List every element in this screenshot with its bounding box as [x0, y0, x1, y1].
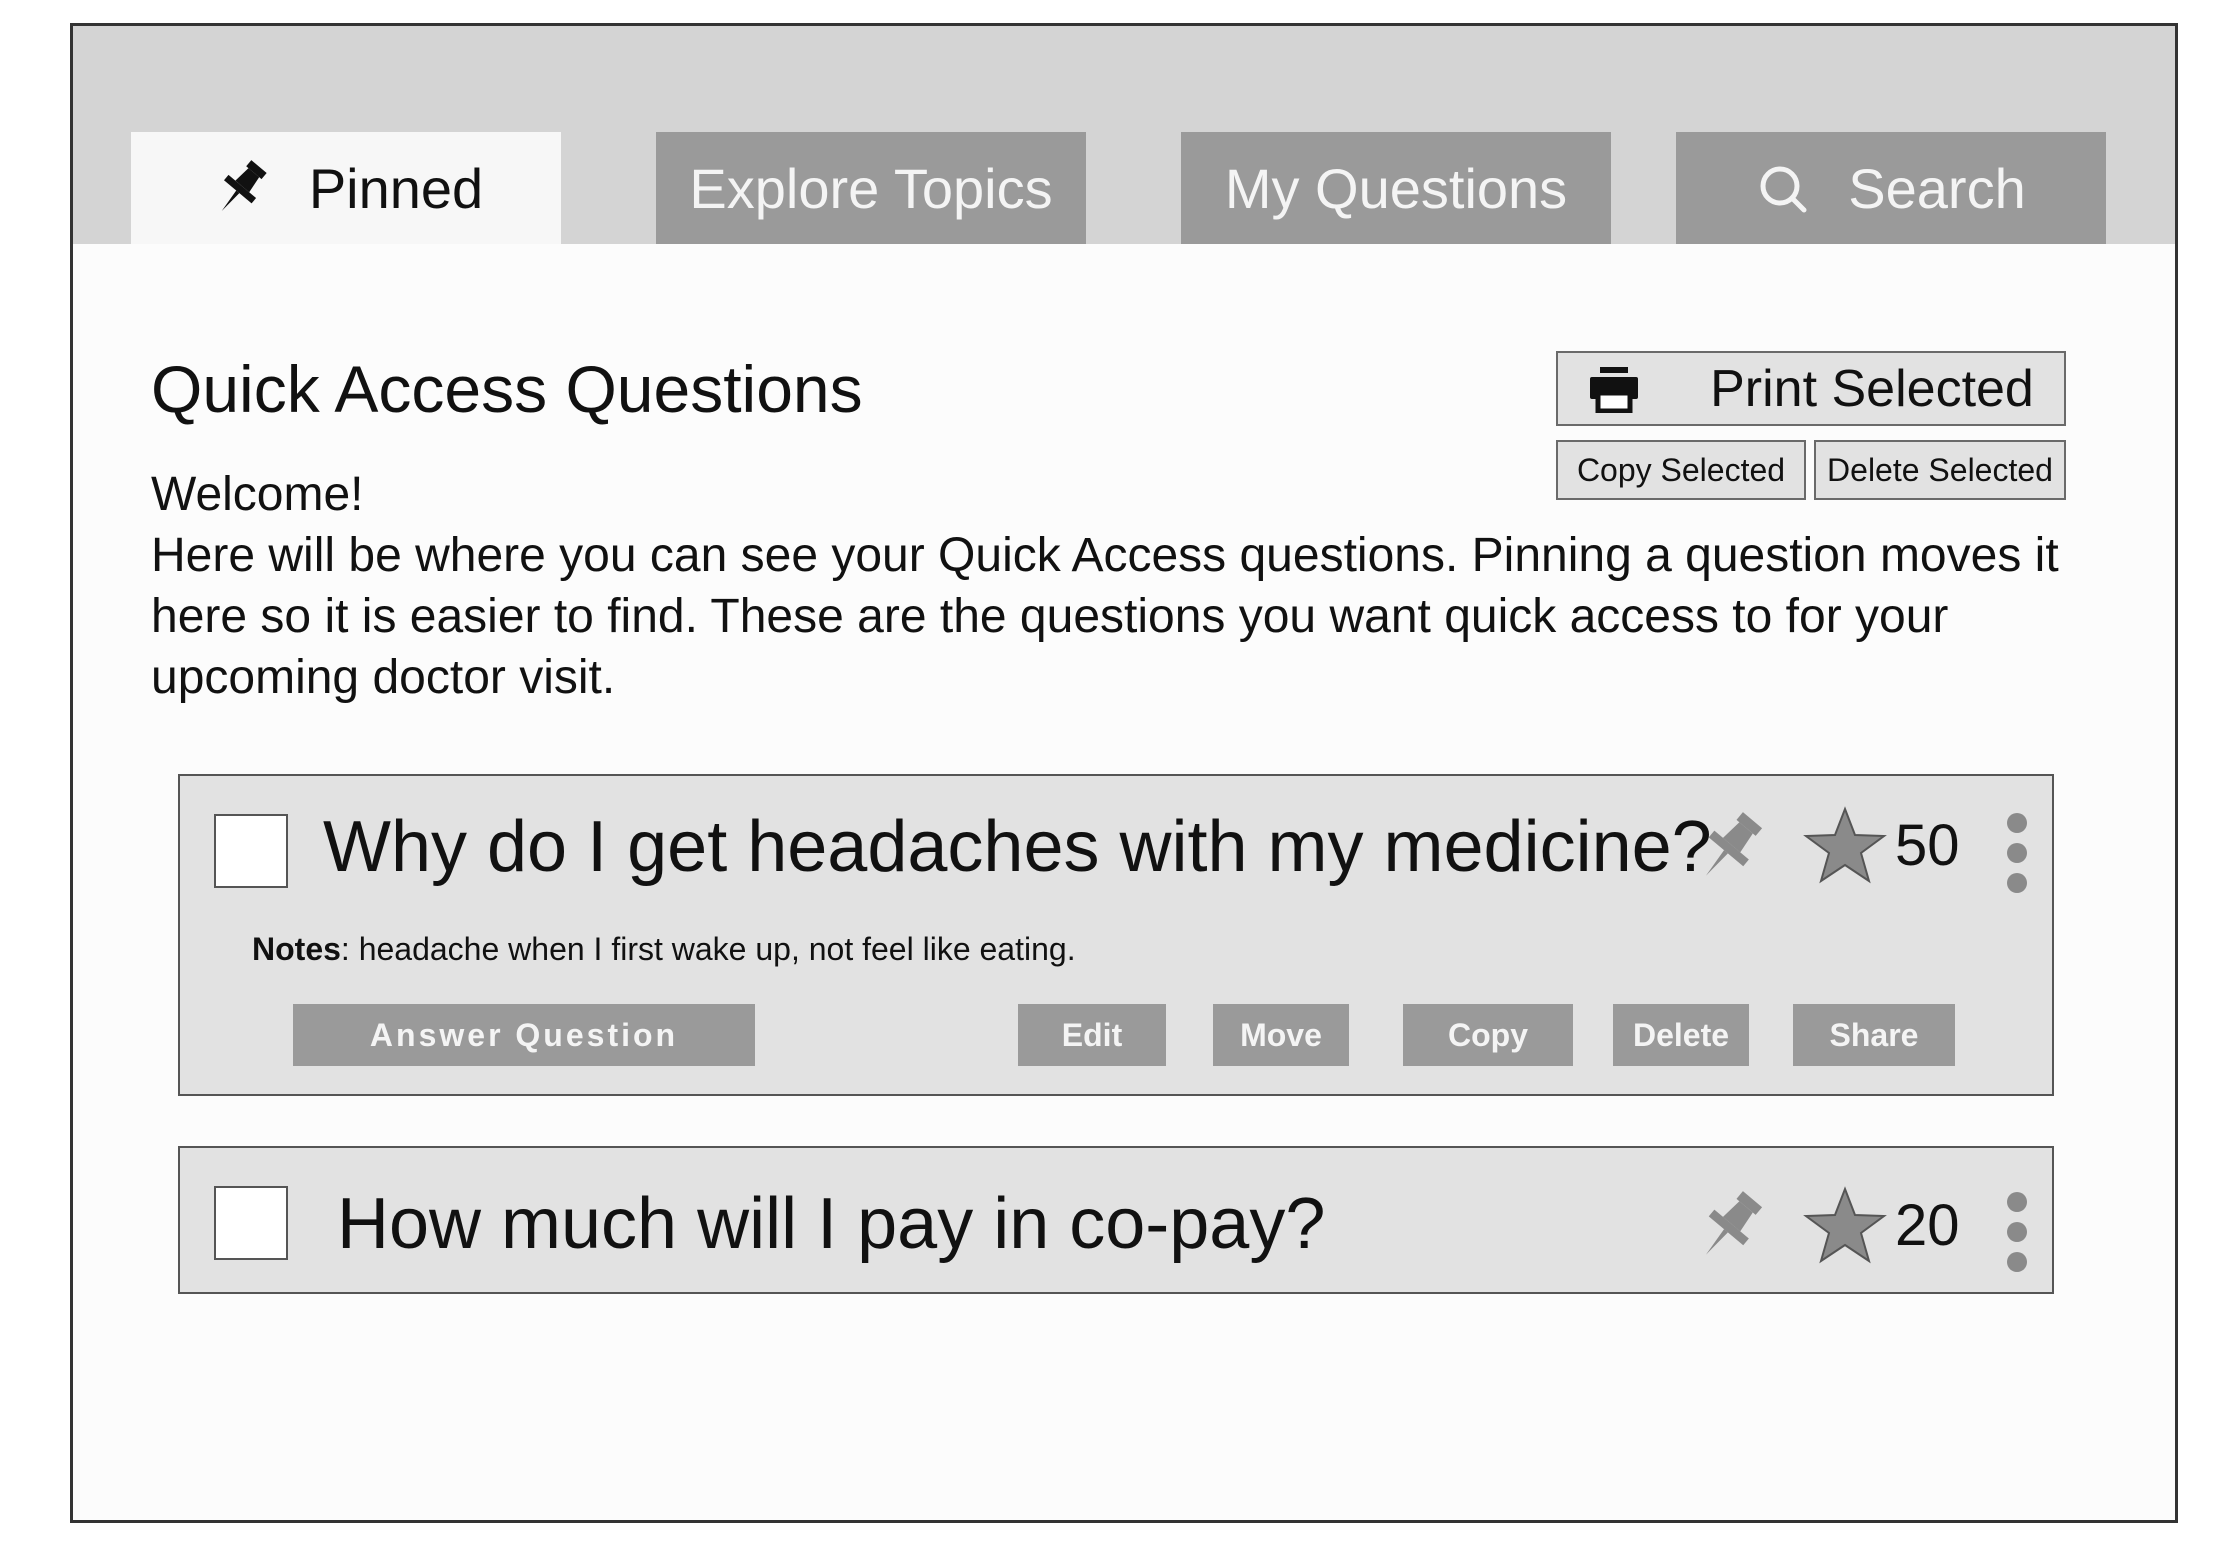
pin-icon: [209, 156, 273, 220]
pin-icon[interactable]: [1690, 807, 1770, 892]
tab-my-questions[interactable]: My Questions: [1181, 132, 1611, 244]
star-icon[interactable]: [1802, 805, 1888, 890]
welcome-message: Welcome! Here will be where you can see …: [151, 464, 2111, 708]
page-title: Quick Access Questions: [151, 352, 863, 426]
tab-label: Search: [1848, 156, 2026, 220]
copy-selected-button[interactable]: Copy Selected: [1556, 440, 1806, 500]
tab-label: Explore Topics: [689, 156, 1053, 220]
vote-count: 50: [1895, 813, 1960, 878]
question-checkbox[interactable]: [214, 1186, 288, 1260]
move-button[interactable]: Move: [1213, 1004, 1349, 1066]
question-card: Why do I get headaches with my medicine?…: [178, 774, 2054, 1096]
print-selected-button[interactable]: Print Selected: [1556, 351, 2066, 426]
tab-pinned[interactable]: Pinned: [131, 132, 561, 244]
search-icon: [1756, 160, 1812, 216]
tab-explore-topics[interactable]: Explore Topics: [656, 132, 1086, 244]
tab-bar: Pinned Explore Topics My Questions Searc…: [73, 26, 2175, 244]
more-options-icon[interactable]: [2002, 813, 2032, 898]
more-options-icon[interactable]: [2002, 1192, 2032, 1277]
answer-question-button[interactable]: Answer Question: [293, 1004, 755, 1066]
edit-button[interactable]: Edit: [1018, 1004, 1166, 1066]
tab-search[interactable]: Search: [1676, 132, 2106, 244]
printer-icon: [1588, 365, 1640, 413]
print-selected-label: Print Selected: [1710, 359, 2034, 418]
vote-count: 20: [1895, 1193, 1960, 1258]
notes-text: : headache when I first wake up, not fee…: [340, 931, 1076, 967]
notes-label: Notes: [252, 931, 341, 967]
copy-button[interactable]: Copy: [1403, 1004, 1573, 1066]
delete-button[interactable]: Delete: [1613, 1004, 1749, 1066]
delete-selected-button[interactable]: Delete Selected: [1814, 440, 2066, 500]
star-icon[interactable]: [1802, 1185, 1888, 1270]
question-text: How much will I pay in co-pay?: [337, 1184, 1326, 1264]
welcome-body: Here will be where you can see your Quic…: [151, 529, 2059, 704]
question-text: Why do I get headaches with my medicine?: [323, 807, 1712, 887]
tab-label: Pinned: [308, 156, 484, 220]
question-checkbox[interactable]: [214, 814, 288, 888]
pin-icon[interactable]: [1690, 1186, 1770, 1271]
tab-label: My Questions: [1224, 156, 1568, 220]
app-window: Pinned Explore Topics My Questions Searc…: [70, 23, 2178, 1523]
share-button[interactable]: Share: [1793, 1004, 1955, 1066]
question-card: How much will I pay in co-pay? 20: [178, 1146, 2054, 1294]
question-notes: Notes: headache when I first wake up, no…: [252, 931, 1076, 968]
